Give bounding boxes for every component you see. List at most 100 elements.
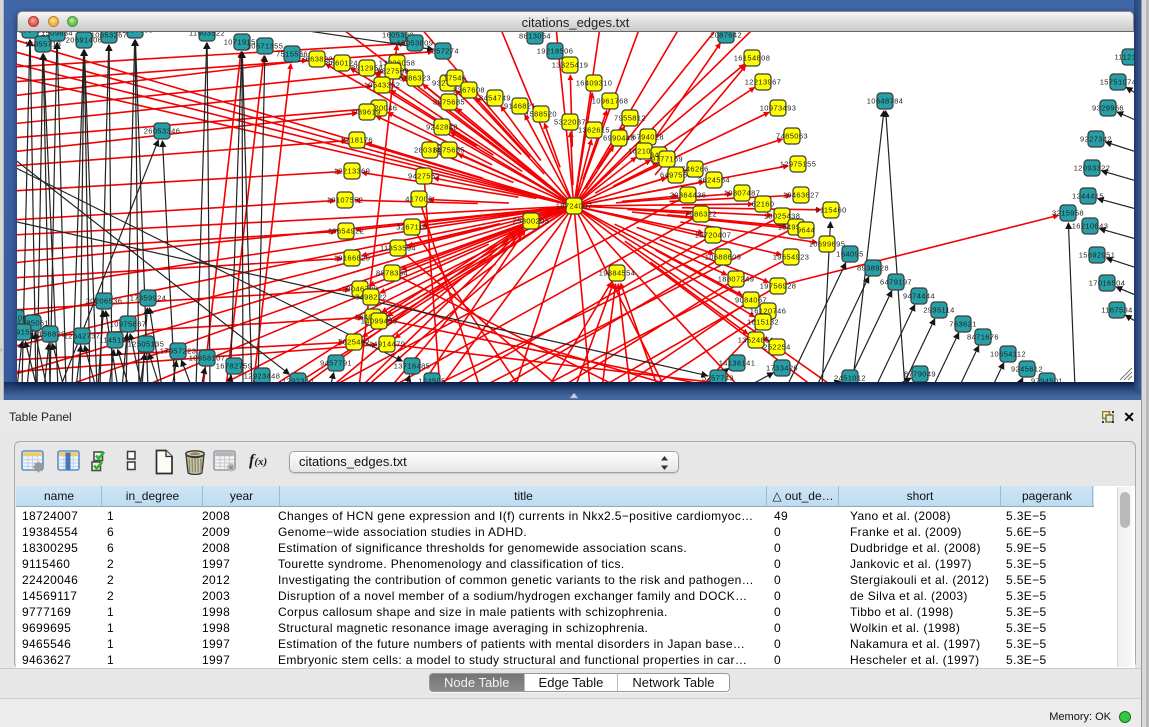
svg-text:2087642: 2087642 <box>710 32 742 40</box>
svg-text:20206536: 20206536 <box>86 297 123 306</box>
svg-text:10654112: 10654112 <box>990 350 1026 359</box>
svg-text:9644: 9644 <box>797 226 815 235</box>
svg-text:9242848: 9242848 <box>426 123 458 132</box>
svg-text:12923448: 12923448 <box>244 372 281 381</box>
svg-text:2935114: 2935114 <box>923 306 954 315</box>
svg-text:12213369: 12213369 <box>334 167 371 176</box>
svg-text:11353594: 11353594 <box>380 244 416 253</box>
svg-text:8878334: 8878334 <box>376 269 408 278</box>
svg-text:9227342: 9227342 <box>1080 135 1112 144</box>
svg-text:19756928: 19756928 <box>760 282 797 291</box>
svg-text:13325419: 13325419 <box>552 61 589 70</box>
svg-text:8779049: 8779049 <box>904 370 936 379</box>
svg-text:9474444: 9474444 <box>903 292 935 301</box>
svg-text:10107552: 10107552 <box>327 196 364 205</box>
svg-text:1244415: 1244415 <box>1072 192 1104 201</box>
svg-text:5257743: 5257743 <box>702 374 734 382</box>
svg-text:10699695: 10699695 <box>809 240 846 249</box>
svg-text:8675685: 8675685 <box>433 146 465 155</box>
svg-text:1588520: 1588520 <box>525 110 557 119</box>
svg-text:9427552: 9427552 <box>408 172 440 181</box>
svg-text:2718176: 2718176 <box>341 136 373 145</box>
svg-text:19654922: 19654922 <box>328 227 365 236</box>
svg-text:417006: 417006 <box>405 195 432 204</box>
svg-text:3267110: 3267110 <box>396 223 427 232</box>
svg-text:18807249: 18807249 <box>718 275 755 284</box>
svg-text:7485063: 7485063 <box>776 132 808 141</box>
svg-text:1156829: 1156829 <box>34 330 65 339</box>
svg-text:16037939: 16037939 <box>117 32 154 35</box>
svg-text:1615132: 1615132 <box>747 318 779 327</box>
svg-text:39154: 39154 <box>17 328 34 337</box>
svg-text:25300203: 25300203 <box>513 217 550 226</box>
svg-text:7986322: 7986322 <box>685 210 717 219</box>
svg-text:14099489: 14099489 <box>361 317 398 326</box>
svg-text:62160: 62160 <box>752 200 775 209</box>
svg-text:8813054: 8813054 <box>519 32 551 41</box>
svg-text:9457791: 9457791 <box>320 359 352 368</box>
svg-text:14136141: 14136141 <box>719 359 756 368</box>
svg-text:10463627: 10463627 <box>783 191 820 200</box>
svg-text:16210643: 16210643 <box>1072 222 1109 231</box>
svg-text:15692951: 15692951 <box>1079 251 1116 260</box>
svg-text:17016504: 17016504 <box>1089 279 1126 288</box>
svg-text:746266: 746266 <box>681 165 708 174</box>
svg-text:3215958: 3215958 <box>1052 209 1084 218</box>
svg-text:17359924: 17359924 <box>130 294 167 303</box>
svg-text:9794501: 9794501 <box>1031 377 1063 382</box>
svg-text:15751074: 15751074 <box>1100 78 1134 87</box>
svg-text:20364436: 20364436 <box>670 191 707 200</box>
svg-text:164095: 164095 <box>836 250 863 259</box>
svg-text:10973493: 10973493 <box>760 104 797 113</box>
svg-text:7625402: 7625402 <box>338 338 370 347</box>
svg-text:12342737: 12342737 <box>64 332 101 341</box>
svg-text:10688609: 10688609 <box>705 253 742 262</box>
svg-text:12093322: 12093322 <box>1074 164 1111 173</box>
svg-text:7857274: 7857274 <box>427 47 459 56</box>
svg-text:6794028: 6794028 <box>632 133 664 142</box>
svg-text:13716485: 13716485 <box>394 362 431 371</box>
svg-text:9329966: 9329966 <box>1092 104 1124 113</box>
svg-text:17546: 17546 <box>444 74 467 83</box>
svg-text:1292344: 1292344 <box>282 377 314 382</box>
svg-text:16782759: 16782759 <box>216 362 253 371</box>
svg-text:9777169: 9777169 <box>651 155 683 164</box>
svg-text:11903522: 11903522 <box>189 32 225 38</box>
svg-text:19654923: 19654923 <box>773 253 810 262</box>
svg-text:19218506: 19218506 <box>537 47 574 56</box>
svg-text:2451012: 2451012 <box>834 374 866 382</box>
svg-text:10543362: 10543362 <box>364 81 401 90</box>
svg-text:10807487: 10807487 <box>724 189 761 198</box>
svg-text:12213967: 12213967 <box>745 78 782 87</box>
svg-text:6479197: 6479197 <box>880 278 912 287</box>
svg-text:19384554: 19384554 <box>599 269 636 278</box>
svg-text:10961768: 10961768 <box>592 97 629 106</box>
svg-text:9245612: 9245612 <box>1011 365 1043 374</box>
svg-text:124505: 124505 <box>418 377 445 382</box>
svg-text:763621: 763621 <box>949 320 976 329</box>
svg-text:3498222: 3498222 <box>355 293 387 302</box>
svg-text:8938928: 8938928 <box>857 264 889 273</box>
svg-text:8186323: 8186323 <box>399 74 431 83</box>
svg-text:14914479: 14914479 <box>369 340 406 349</box>
svg-text:26053346: 26053346 <box>144 127 181 136</box>
svg-text:252254: 252254 <box>763 343 790 352</box>
svg-text:15720407: 15720407 <box>695 231 732 240</box>
svg-text:16409310: 16409310 <box>576 79 613 88</box>
svg-text:1112131: 1112131 <box>1115 53 1134 62</box>
svg-text:7955812: 7955812 <box>614 114 646 123</box>
svg-text:1167534: 1167534 <box>1101 306 1132 315</box>
svg-text:16154808: 16154808 <box>734 54 771 63</box>
svg-text:1733426: 1733426 <box>766 364 798 373</box>
svg-text:10648784: 10648784 <box>867 97 904 106</box>
svg-text:1145194: 1145194 <box>99 336 130 345</box>
svg-text:10975867: 10975867 <box>110 320 147 329</box>
svg-text:12975155: 12975155 <box>780 160 817 169</box>
svg-text:6990448: 6990448 <box>603 134 635 143</box>
svg-text:18724007: 18724007 <box>556 202 593 211</box>
svg-text:19166825: 19166825 <box>334 254 371 263</box>
svg-text:3624554: 3624554 <box>698 176 730 185</box>
svg-text:3875685: 3875685 <box>433 98 465 107</box>
svg-text:989619: 989619 <box>353 108 380 117</box>
svg-text:9115460: 9115460 <box>815 206 846 215</box>
